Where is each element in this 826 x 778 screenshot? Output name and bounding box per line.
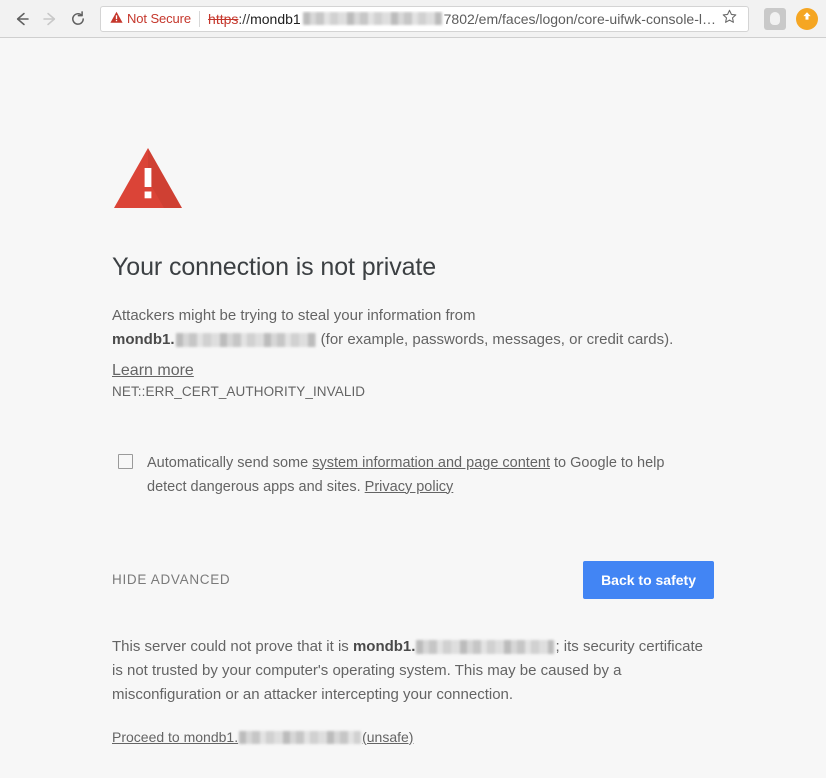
reload-icon: [69, 10, 87, 28]
advanced-host: mondb1.: [352, 637, 416, 655]
url-separator: ://: [238, 10, 251, 27]
proceed-row: Proceed to mondb1. (unsafe): [112, 729, 712, 747]
back-to-safety-button[interactable]: Back to safety: [583, 560, 714, 599]
error-code: NET::ERR_CERT_AUTHORITY_INVALID: [112, 383, 366, 399]
hide-advanced-button[interactable]: HIDE ADVANCED: [112, 572, 230, 587]
advanced-host-redacted: [416, 639, 555, 654]
warning-paragraph: Attackers might be trying to steal your …: [112, 304, 712, 352]
forward-button[interactable]: [36, 5, 64, 33]
advanced-controls-row: HIDE ADVANCED Back to safety: [112, 560, 714, 599]
privacy-policy-link[interactable]: Privacy policy: [365, 479, 454, 495]
back-arrow-icon: [13, 10, 31, 28]
warning-host-redacted: [175, 332, 316, 347]
security-status-not-secure[interactable]: Not Secure: [110, 11, 191, 27]
page-content: Your connection is not private Attackers…: [0, 38, 826, 777]
safe-browsing-optin: Automatically send some system informati…: [112, 451, 712, 499]
warning-host: mondb1.: [112, 330, 175, 348]
proceed-unsafe-link[interactable]: Proceed to mondb1. (unsafe): [112, 729, 413, 745]
bookmark-button[interactable]: [716, 7, 742, 31]
warning-line-1: Attackers might be trying to steal your …: [112, 306, 476, 324]
url-redacted-host: [302, 12, 442, 25]
proceed-host-redacted: [239, 731, 362, 745]
forward-arrow-icon: [41, 10, 59, 28]
security-status-label: Not Secure: [127, 11, 192, 26]
advanced-explanation: This server could not prove that it is m…: [112, 635, 704, 707]
back-button[interactable]: [8, 5, 36, 33]
omnibox-divider: [199, 10, 201, 27]
learn-more-row: Learn more: [112, 362, 712, 380]
profile-update-button[interactable]: [796, 7, 818, 30]
url-host: mondb1: [250, 10, 301, 27]
learn-more-link[interactable]: Learn more: [112, 362, 194, 379]
page-title: Your connection is not private: [112, 253, 437, 281]
address-bar[interactable]: Not Secure https://mondb1 7802/em/faces/l…: [100, 5, 749, 32]
url-path: 7802/em/faces/logon/core-uifwk-console-l…: [443, 10, 716, 27]
browser-toolbar: Not Secure https://mondb1 7802/em/faces/l…: [0, 0, 826, 38]
url-text[interactable]: https://mondb1 7802/em/faces/logon/core-u…: [208, 11, 716, 27]
warning-triangle-icon: [110, 11, 123, 27]
safe-browsing-checkbox[interactable]: [118, 453, 133, 469]
optin-text-before: Automatically send some: [147, 454, 313, 471]
safe-browsing-optin-text: Automatically send some system informati…: [147, 451, 703, 499]
bookmark-star-icon: [722, 9, 737, 29]
system-information-link[interactable]: system information and page content: [312, 455, 550, 471]
extension-button[interactable]: [764, 7, 786, 30]
warning-line-2-tail: (for example, passwords, messages, or cr…: [316, 330, 674, 348]
proceed-suffix: (unsafe): [362, 728, 414, 745]
reload-button[interactable]: [64, 5, 92, 33]
error-triangle-icon: [112, 146, 712, 215]
advanced-text-before: This server could not prove that it is: [112, 637, 353, 655]
profile-update-icon: [800, 9, 814, 28]
proceed-prefix: Proceed to mondb1.: [112, 728, 239, 745]
extension-icon: [770, 12, 780, 25]
ssl-interstitial: Your connection is not private Attackers…: [0, 38, 714, 747]
url-scheme: https: [208, 10, 239, 27]
